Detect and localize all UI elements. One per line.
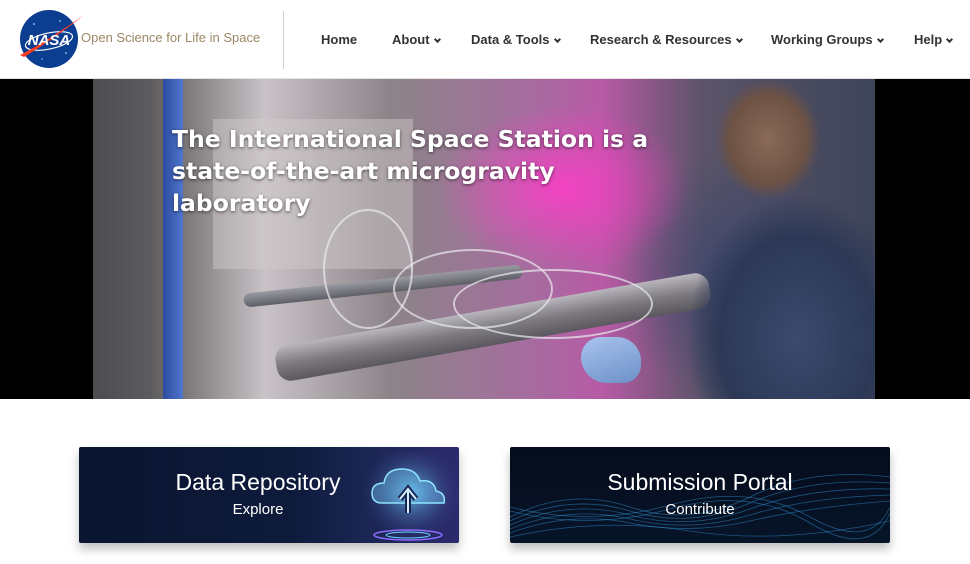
nav-label: Research & Resources — [590, 32, 732, 47]
submission-portal-card[interactable]: Submission Portal Contribute — [510, 447, 890, 543]
chevron-down-icon — [876, 35, 884, 44]
nav-item-help[interactable]: Help — [914, 32, 954, 47]
chevron-down-icon — [553, 35, 561, 44]
nav-item-data-tools[interactable]: Data & Tools — [471, 32, 561, 47]
hero-banner: The International Space Station is a sta… — [0, 79, 970, 399]
hero-glove — [581, 337, 641, 383]
site-header: NASA Open Science for Life in Space Home… — [0, 0, 970, 79]
nav-label: Help — [914, 32, 943, 47]
hero-title-line: state-of-the-art microgravity laboratory — [172, 157, 555, 217]
nav-label: Working Groups — [771, 32, 873, 47]
logo-text: NASA — [28, 32, 71, 49]
nav-label: Home — [321, 32, 358, 47]
logo-link[interactable]: NASA Open Science for Life in Space — [14, 8, 274, 70]
main-nav: Home About Data & Tools Research & Resou… — [300, 0, 970, 79]
chevron-down-icon — [946, 35, 954, 44]
hero-title-line: The International Space Station is a — [172, 125, 649, 153]
nav-item-working-groups[interactable]: Working Groups — [771, 32, 884, 47]
nav-item-research-resources[interactable]: Research & Resources — [590, 32, 743, 47]
cloud-upload-icon — [364, 451, 459, 543]
hero-cable — [453, 269, 653, 339]
chevron-down-icon — [433, 35, 441, 44]
hero-cable — [323, 209, 413, 329]
card-title: Data Repository — [175, 469, 341, 495]
nav-label: Data & Tools — [471, 32, 550, 47]
card-subtitle: Contribute — [665, 501, 735, 518]
card-subtitle: Explore — [232, 501, 284, 518]
header-divider — [283, 11, 284, 69]
nav-item-home[interactable]: Home — [321, 32, 357, 47]
data-repository-card[interactable]: Data Repository Explore — [79, 447, 459, 543]
nasa-meatball-icon: NASA — [20, 10, 84, 68]
site-title[interactable]: Open Science for Life in Space — [81, 30, 260, 45]
nav-item-about[interactable]: About — [392, 32, 441, 47]
hero-title: The International Space Station is a sta… — [172, 123, 692, 219]
hero-rack-left — [93, 79, 153, 399]
hero-astronaut — [668, 79, 875, 399]
nav-label: About — [392, 32, 430, 47]
chevron-down-icon — [735, 35, 743, 44]
card-title: Submission Portal — [607, 469, 793, 495]
